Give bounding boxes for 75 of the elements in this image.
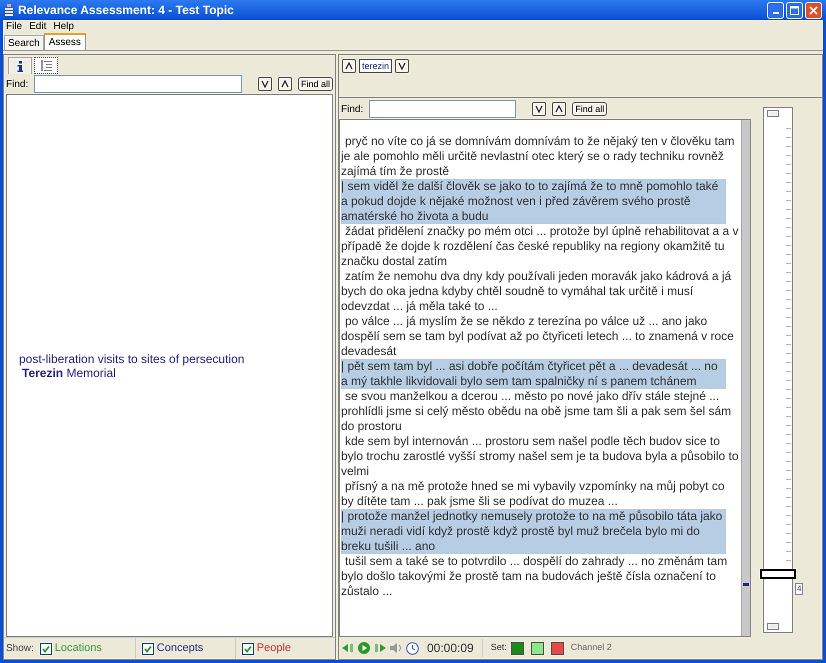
clock-icon	[406, 642, 419, 654]
chevron-up-icon	[555, 105, 564, 113]
tree-list-icon	[40, 60, 52, 71]
timeline-track[interactable]	[763, 107, 793, 633]
checkbox[interactable]	[242, 642, 254, 654]
find-all-button[interactable]: Find all	[572, 102, 608, 116]
find-previous-button[interactable]	[278, 77, 292, 91]
topic-entry[interactable]: post-liberation visits to sites of persecution	[19, 352, 320, 366]
chevron-down-icon	[398, 62, 406, 70]
find-next-button[interactable]	[258, 77, 272, 91]
transcript-text: tušil sem a také se to potvrdilo ... dospělí do zahrady ... no změnám tam bylo došlo takovými že prostě tam na budovách ještě čísla označení to zůstalo ...	[341, 554, 728, 599]
chevron-up-icon	[345, 62, 353, 70]
find-next-button[interactable]	[532, 102, 546, 116]
forward-icon	[374, 643, 386, 653]
chevron-down-icon	[260, 80, 269, 88]
checkbox[interactable]	[40, 642, 52, 654]
next-term-button[interactable]	[395, 59, 410, 73]
color-swatch[interactable]	[530, 642, 544, 654]
rewind-icon	[342, 643, 354, 653]
topic-entry[interactable]: Terezin Memorial	[19, 366, 320, 380]
clock-button[interactable]	[406, 642, 419, 654]
chevron-up-icon	[280, 80, 289, 88]
find-field[interactable]	[369, 100, 516, 118]
menu-item[interactable]: File	[6, 19, 22, 34]
info-icon	[17, 60, 23, 72]
app-icon	[4, 4, 14, 16]
menu-item[interactable]: Edit	[29, 19, 46, 34]
check-icon	[42, 644, 50, 652]
transcript-text: přísný a na mě protože hned se mi vybavily vzpomínky na můj pobyt co by dítěte tam ... pak jsme šli se podívat do muzea ...	[341, 479, 726, 509]
timeline-thumb[interactable]	[760, 569, 796, 580]
rewind-button[interactable]	[342, 643, 354, 653]
show-label: Show:	[5, 642, 35, 656]
filter-label: Locations	[54, 641, 102, 656]
transcript-text: pryč no víte co já se domnívám domnívám to že nějaký ten v člověku tam je ale pomohlo měli určitě nevlastní otec který se o rady techniku rovněž zajímá tím že prostě	[341, 134, 736, 179]
transcript-text: po válce ... já myslím že se někdo z terezína po válce už ... ano jako dospělí sem se tam byl podívat až po čtyřiceti letech ... to znamená v roce devadesát	[341, 314, 735, 359]
previous-term-button[interactable]	[342, 59, 356, 73]
check-icon	[244, 644, 252, 652]
play-button[interactable]	[358, 642, 370, 654]
find-field[interactable]	[34, 75, 242, 93]
timeline-bottom-handle[interactable]	[767, 623, 779, 630]
close-icon	[809, 6, 818, 14]
speaker-icon	[390, 643, 402, 653]
tab[interactable]: Assess	[44, 33, 86, 50]
time-display: 00:00:09	[427, 639, 483, 657]
color-swatch[interactable]	[550, 642, 564, 654]
set-label: Set:	[490, 641, 507, 654]
find-previous-button[interactable]	[552, 102, 566, 116]
filter-label: Concepts	[156, 641, 204, 656]
maximize-button[interactable]	[786, 2, 803, 18]
position-marker	[743, 583, 749, 586]
term-field[interactable]: terezin	[359, 59, 392, 73]
find-all-button[interactable]: Find all	[298, 77, 333, 91]
filter-label: People	[256, 641, 292, 656]
forward-button[interactable]	[374, 643, 386, 653]
channel-label: Channel 2	[570, 641, 612, 654]
color-swatch[interactable]	[510, 642, 524, 654]
play-icon	[358, 642, 370, 654]
find-label: Find:	[341, 102, 364, 116]
scroll-bar[interactable]	[741, 120, 750, 636]
checkbox[interactable]	[142, 642, 154, 654]
timeline-top-handle[interactable]	[767, 110, 779, 117]
maximize-icon	[790, 6, 799, 14]
transcript-text: zatím že nemohu dva dny kdy používali jeden moravák jako kádrová a já bych do oka jedna kdyby chtěl soudně to vymáhal tak určitě i musí odevzdat ... já měla také to ...	[341, 269, 732, 314]
check-icon	[144, 644, 152, 652]
close-button[interactable]	[805, 2, 822, 18]
menu-item[interactable]: Help	[53, 19, 74, 34]
tab[interactable]: Search	[4, 35, 44, 50]
minimize-icon	[772, 12, 778, 14]
minimize-button[interactable]	[767, 2, 784, 18]
segment-number: 4	[795, 583, 804, 596]
view-tab[interactable]	[34, 57, 58, 74]
window-title: Relevance Assessment: 4 - Test Topic	[18, 2, 234, 19]
find-label: Find:	[6, 78, 28, 92]
view-tab[interactable]	[8, 57, 32, 74]
chevron-down-icon	[535, 105, 544, 113]
